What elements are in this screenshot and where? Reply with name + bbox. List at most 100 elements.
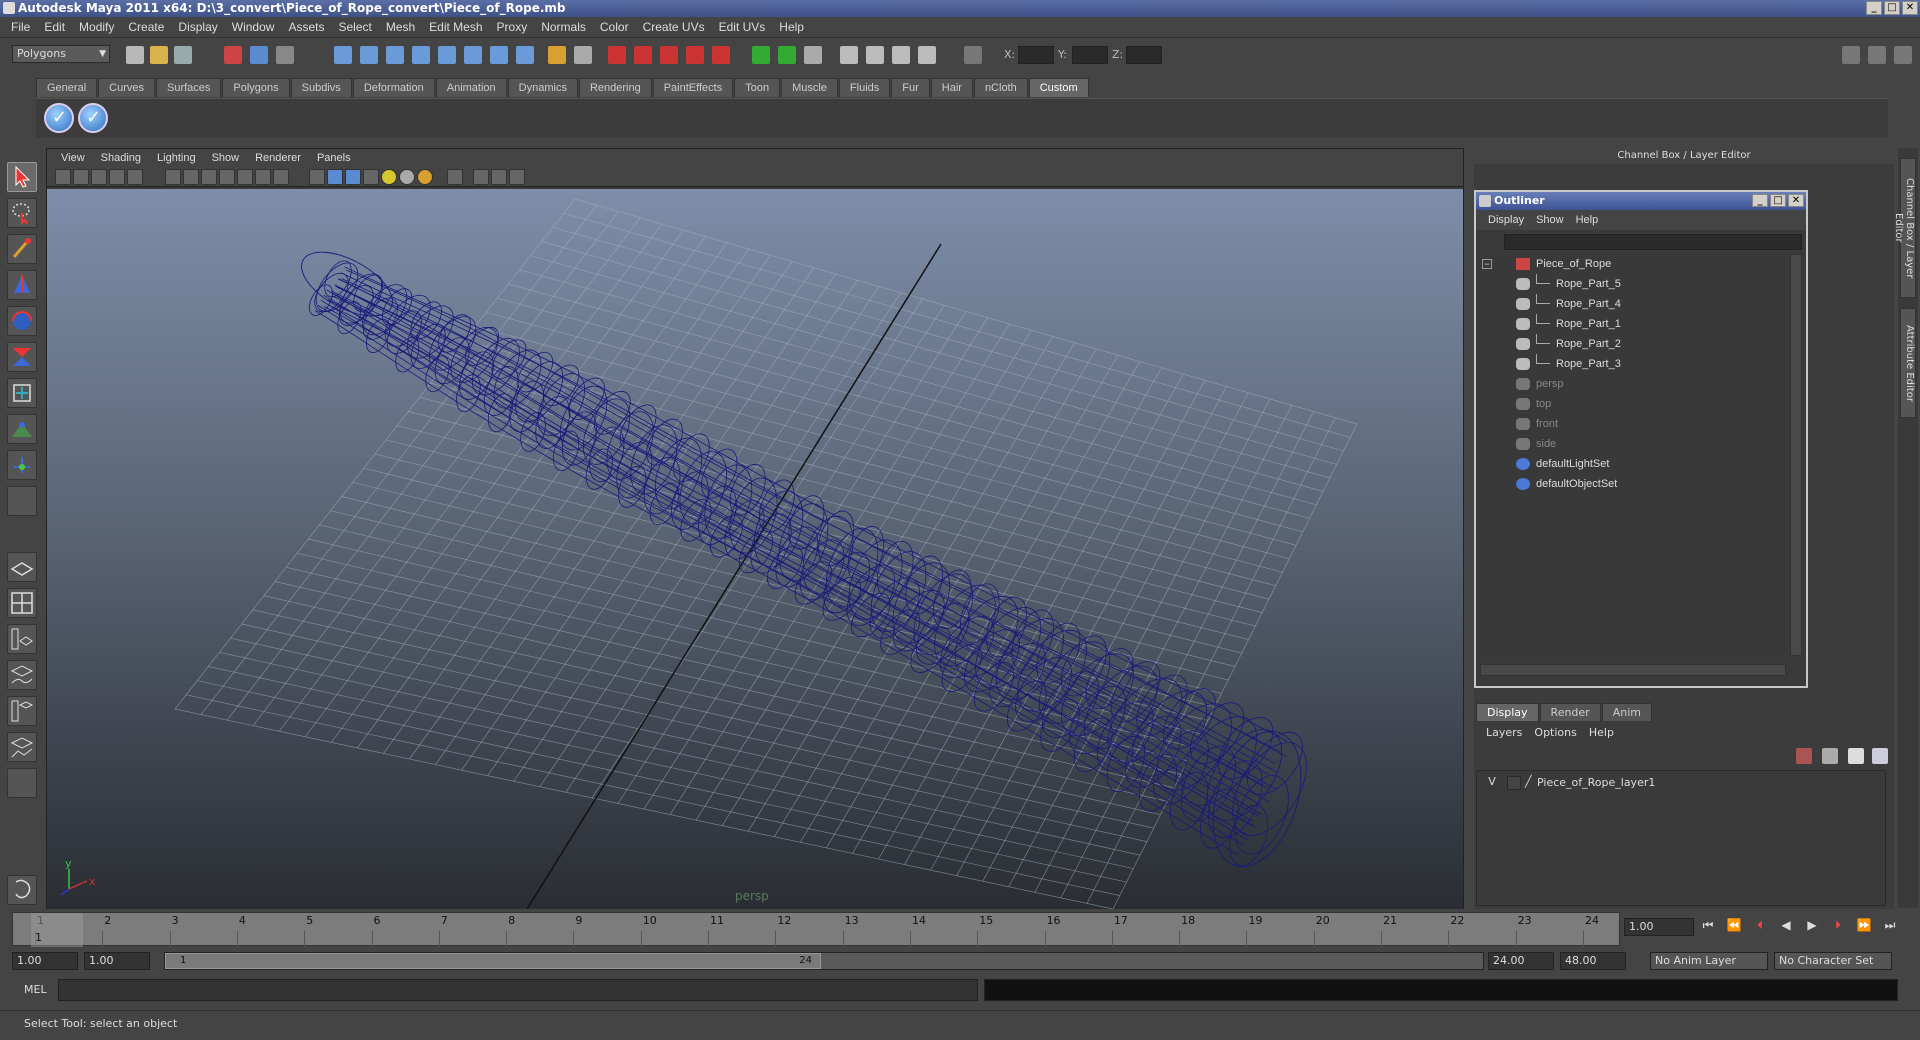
shelf-tab-toon[interactable]: Toon [734,78,781,97]
grid-toggle-icon[interactable] [165,169,181,185]
select-object-icon[interactable] [250,46,268,64]
scene-view[interactable]: y x [47,189,1463,909]
shelf-tab-surfaces[interactable]: Surfaces [155,78,222,97]
viewport-menu-panels[interactable]: Panels [309,152,359,164]
menu-window[interactable]: Window [225,20,282,34]
snap-plane-icon[interactable] [412,46,430,64]
menu-color[interactable]: Color [593,20,636,34]
shadows-icon[interactable] [417,169,433,185]
outliner-item[interactable]: Rope_Part_4 [1480,294,1786,314]
play-forwards-icon[interactable]: ▶ [1802,918,1822,936]
new-scene-icon[interactable] [126,46,144,64]
menu-normals[interactable]: Normals [534,20,593,34]
collapse-toggle-icon[interactable]: − [1482,259,1492,269]
shelf-tab-animation[interactable]: Animation [435,78,507,97]
shelf-tab-fluids[interactable]: Fluids [838,78,891,97]
shelf-tab-dynamics[interactable]: Dynamics [507,78,578,97]
all-lights-icon[interactable] [399,169,415,185]
show-tool-settings-icon[interactable] [778,46,796,64]
more-layouts-icon[interactable] [7,768,37,798]
menu-help[interactable]: Help [772,20,811,34]
close-button[interactable]: ✕ [1902,1,1918,15]
save-scene-icon[interactable] [174,46,192,64]
menu-edit[interactable]: Edit [37,20,72,34]
paint-select-tool-icon[interactable] [7,234,37,264]
viewport-menu-show[interactable]: Show [204,152,248,164]
make-live-icon[interactable] [438,46,456,64]
gate-mask-icon[interactable] [219,169,235,185]
layout-single-pane-icon[interactable] [7,552,37,582]
time-slider[interactable]: 1234567891011121314151617181920212223241 [12,912,1620,947]
layout-persp-outliner-icon[interactable] [7,624,37,654]
menu-set-selector[interactable]: Polygons ▼ [12,45,110,63]
step-forward-frame-icon[interactable]: ⏵ [1828,918,1848,936]
move-tool-icon[interactable] [7,270,37,300]
wireframe-icon[interactable] [309,169,325,185]
help-icon[interactable] [516,46,534,64]
create-layer-from-selected-icon[interactable] [1822,748,1838,764]
check-icon[interactable]: ✓ [78,103,108,133]
open-scene-icon[interactable] [150,46,168,64]
outliner-filter-field[interactable] [1504,234,1802,250]
anim-layer-selector[interactable]: No Anim Layer [1650,952,1768,970]
bookmark-icon[interactable] [91,169,107,185]
textured-icon[interactable] [363,169,379,185]
layout-persp-graph-icon[interactable] [7,660,37,690]
layout-single-icon[interactable] [840,46,858,64]
lasso-tool-icon[interactable] [7,198,37,228]
outliner-horizontal-scrollbar[interactable] [1480,664,1786,676]
layer-visibility-toggle[interactable]: V [1485,775,1499,791]
rope-wireframe-mesh[interactable] [292,239,1322,878]
viewport-menu-renderer[interactable]: Renderer [247,152,309,164]
outliner-menu-display[interactable]: Display [1482,214,1530,226]
command-line-toggle-icon[interactable] [7,875,37,905]
minimize-button[interactable]: _ [1866,1,1882,15]
outliner-item[interactable]: Rope_Part_2 [1480,334,1786,354]
step-forward-key-icon[interactable]: ⏩ [1854,918,1874,936]
outliner-menu-show[interactable]: Show [1530,214,1570,226]
isolate-select-icon[interactable] [447,169,463,185]
layer-tab-display[interactable]: Display [1476,703,1539,721]
field-chart-icon[interactable] [237,169,253,185]
viewport-menu-shading[interactable]: Shading [93,152,149,164]
layout-hypershade-icon[interactable] [7,696,37,726]
outliner-item[interactable]: Rope_Part_5 [1480,274,1786,294]
layer-menu-help[interactable]: Help [1583,726,1620,739]
last-used-tool-icon[interactable] [7,486,37,516]
create-layer-icon[interactable] [1796,748,1812,764]
outliner-close-button[interactable]: ✕ [1788,194,1804,207]
step-back-key-icon[interactable]: ⏪ [1724,918,1744,936]
shelf-tab-hair[interactable]: Hair [930,78,973,97]
layout-graph-editor-icon[interactable] [7,732,37,762]
film-gate-icon[interactable] [183,169,199,185]
menu-assets[interactable]: Assets [281,20,331,34]
step-back-frame-icon[interactable]: ⏴ [1750,918,1770,936]
smooth-shade-icon[interactable] [327,169,343,185]
outliner-item-group[interactable]: − Piece_of_Rope [1480,254,1786,274]
layout-four-panes-icon[interactable] [7,588,37,618]
outliner-vertical-scrollbar[interactable] [1790,254,1802,656]
menu-select[interactable]: Select [331,20,378,34]
select-tool-icon[interactable] [7,162,37,192]
shelf-tab-custom[interactable]: Custom [1028,78,1089,97]
menu-edit-uvs[interactable]: Edit UVs [712,20,773,34]
channel-box-toggle-icon[interactable] [1842,46,1860,64]
layer-color-swatch[interactable]: ╱ [1525,775,1535,791]
perspective-viewport[interactable]: y x persp [47,189,1463,909]
outliner-minimize-button[interactable]: _ [1752,194,1768,207]
outliner-item[interactable]: front [1480,414,1786,434]
viewport-menu-view[interactable]: View [53,152,93,164]
menu-modify[interactable]: Modify [72,20,121,34]
layout-outliner-icon[interactable] [918,46,936,64]
camera-select-icon[interactable] [55,169,71,185]
shelf-tab-polygons[interactable]: Polygons [222,78,290,97]
safe-title-icon[interactable] [273,169,289,185]
animation-start-field[interactable]: 1.00 [12,952,78,970]
z-coord-field[interactable] [1126,46,1162,64]
outliner-item[interactable]: Rope_Part_3 [1480,354,1786,374]
layer-menu-options[interactable]: Options [1528,726,1582,739]
playback-end-field[interactable]: 24.00 [1488,952,1554,970]
menu-file[interactable]: File [4,20,37,34]
menu-mesh[interactable]: Mesh [379,20,422,34]
side-tab-channel-box[interactable]: Channel Box / Layer Editor [1893,158,1916,298]
